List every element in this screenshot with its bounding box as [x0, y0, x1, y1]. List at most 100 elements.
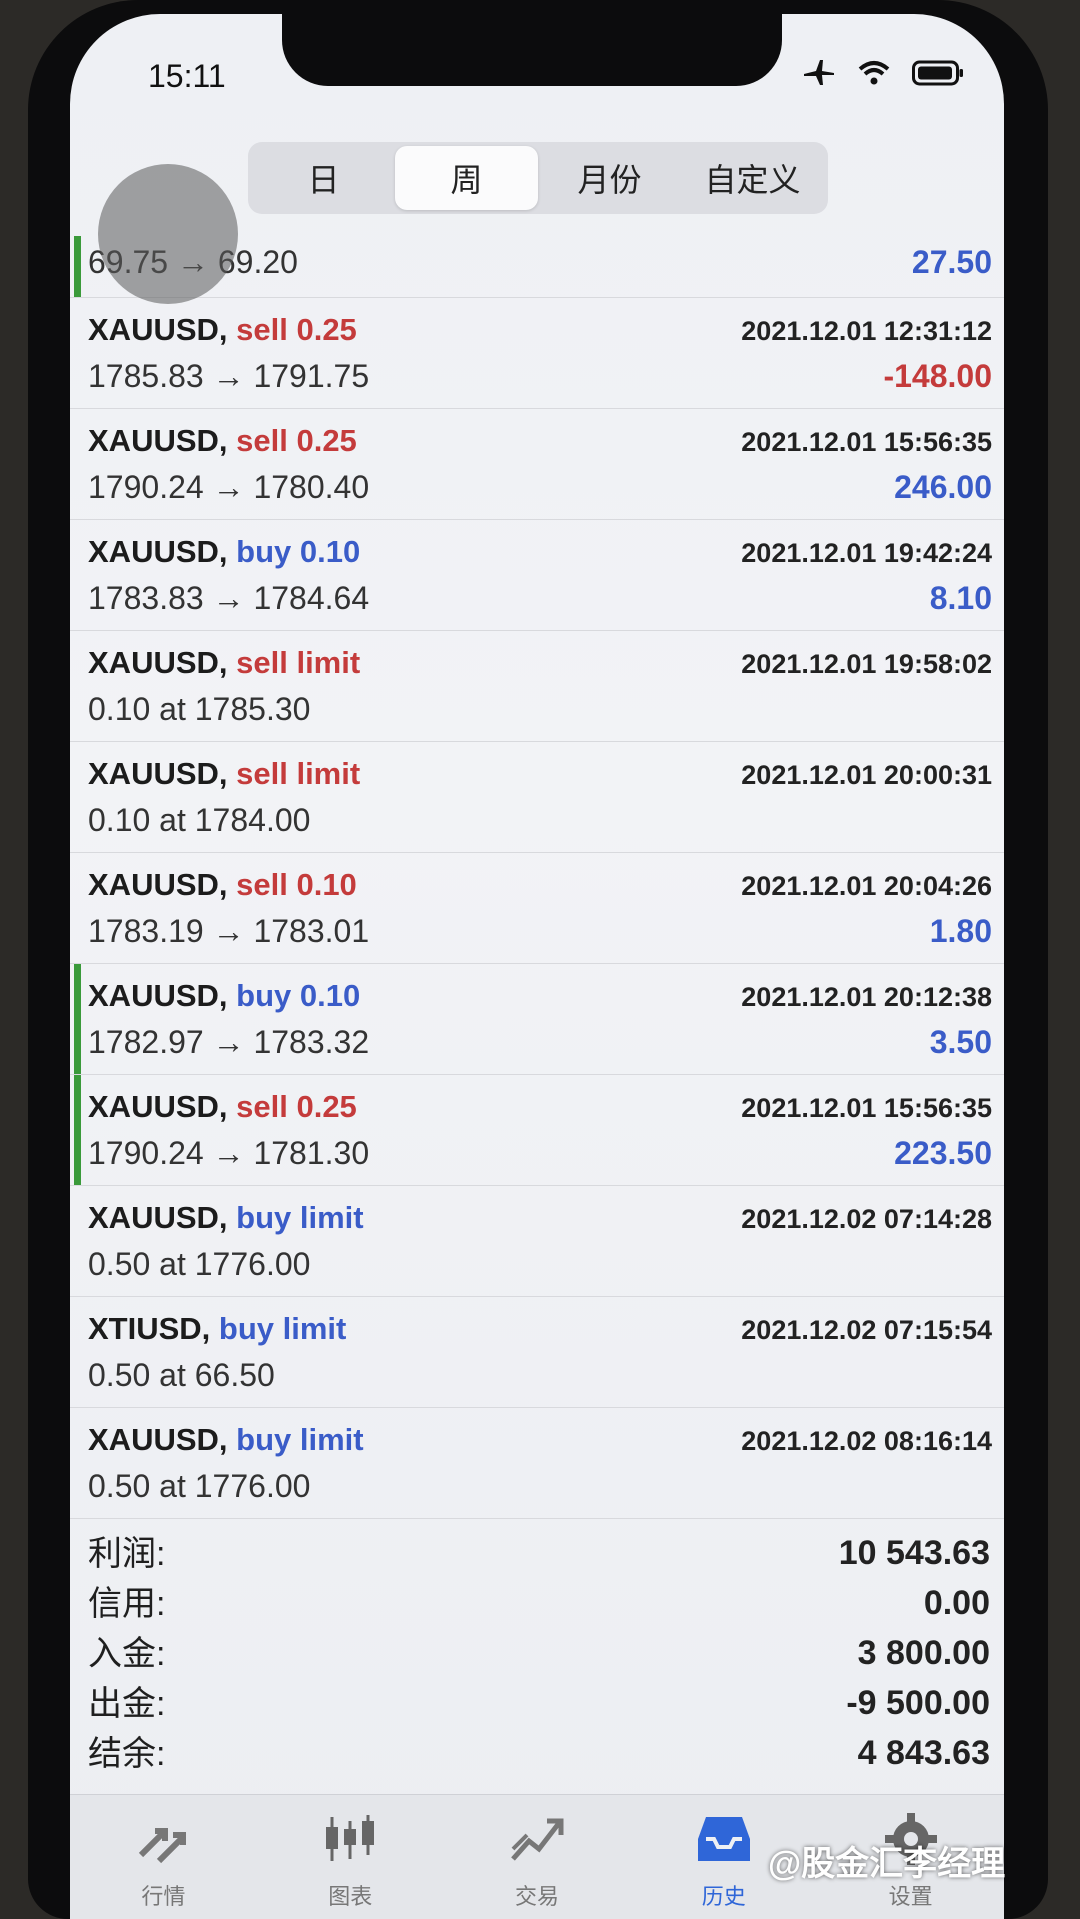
profit-indicator-bar [74, 1075, 81, 1185]
symbol-text: XAUUSD, [88, 423, 228, 458]
deal-time: 2021.12.01 15:56:35 [741, 1093, 992, 1123]
period-segmented-control: 日 周 月份 自定义 [248, 142, 828, 214]
symbol-text: XTIUSD, [88, 1311, 211, 1346]
history-row[interactable]: XAUUSD, sell 0.10 2021.12.01 20:04:26 17… [70, 853, 1004, 964]
deal-time: 2021.12.02 07:15:54 [741, 1315, 992, 1345]
deal-time: 2021.12.01 12:31:12 [741, 316, 992, 346]
battery-icon [912, 60, 963, 86]
summary-label: 利润: [88, 1535, 166, 1573]
period-tab-week[interactable]: 周 [395, 146, 538, 210]
deal-price: 0.10 at 1784.00 [88, 802, 311, 838]
symbol-text: XAUUSD, [88, 978, 228, 1013]
deal-price: 0.10 at 1785.30 [88, 691, 311, 727]
symbol-text: XAUUSD, [88, 1200, 228, 1235]
summary-label: 信用: [88, 1585, 166, 1623]
summary-value: -9 500.00 [846, 1684, 990, 1722]
deal-profit: 8.10 [929, 580, 992, 616]
deal-action: sell limit [236, 756, 361, 791]
tab-label: 行情 [141, 1884, 186, 1909]
period-tab-custom[interactable]: 自定义 [681, 146, 824, 210]
symbol-text: XAUUSD, [88, 1422, 228, 1457]
deal-symbol: XAUUSD, buy 0.10 [88, 978, 360, 1014]
deal-time: 2021.12.01 19:42:24 [741, 538, 992, 568]
tab-label: 图表 [328, 1884, 373, 1909]
quotes-arrows-icon [139, 1828, 187, 1864]
deal-profit: 27.50 [911, 244, 992, 280]
symbol-text: XAUUSD, [88, 534, 228, 569]
symbol-text: XAUUSD, [88, 1089, 228, 1124]
deal-action: buy limit [236, 1422, 364, 1457]
deal-time: 2021.12.01 19:58:02 [741, 649, 992, 679]
profit-indicator-bar [74, 236, 81, 297]
trade-trend-icon [511, 1818, 564, 1861]
period-tab-day[interactable]: 日 [252, 146, 395, 210]
deal-time: 2021.12.01 15:56:35 [741, 427, 992, 457]
account-summary: 利润: 10 543.63 信用: 0.00 入金: 3 800.00 出金: … [70, 1524, 1004, 1774]
status-time: 15:11 [148, 58, 226, 94]
deal-symbol: XAUUSD, sell 0.25 [88, 1089, 357, 1125]
summary-label: 结余: [88, 1735, 166, 1773]
history-inbox-icon [697, 1817, 750, 1861]
summary-value: 4 843.63 [857, 1734, 990, 1772]
deal-price: 1782.97 → 1783.32 [88, 1024, 370, 1060]
airplane-icon [804, 60, 834, 85]
tab-charts[interactable]: 图表 [257, 1795, 444, 1919]
history-row[interactable]: XAUUSD, buy limit 2021.12.02 08:16:14 0.… [70, 1408, 1004, 1519]
deal-profit: 223.50 [894, 1135, 992, 1171]
deal-action: buy limit [236, 1200, 364, 1235]
deal-action: sell 0.10 [236, 867, 357, 902]
summary-row-credit: 信用: 0.00 [70, 1574, 1004, 1624]
deal-price: 1790.24 → 1781.30 [88, 1135, 370, 1171]
watermark-text: @股金汇李经理 [768, 1845, 1006, 1883]
deal-action: sell 0.25 [236, 423, 357, 458]
summary-row-deposit: 入金: 3 800.00 [70, 1624, 1004, 1674]
deal-action: sell 0.25 [236, 312, 357, 347]
history-list: 69.75 → 69.20 27.50 XAUUSD, sell 0.25 20… [70, 236, 1004, 1519]
deal-time: 2021.12.02 08:16:14 [741, 1426, 992, 1456]
tab-quotes[interactable]: 行情 [70, 1795, 257, 1919]
period-tab-month[interactable]: 月份 [538, 146, 681, 210]
deal-profit: -148.00 [883, 358, 992, 394]
summary-value: 0.00 [923, 1584, 990, 1622]
deal-action: sell limit [236, 645, 361, 680]
deal-action: buy 0.10 [236, 534, 361, 569]
history-row[interactable]: XAUUSD, buy limit 2021.12.02 07:14:28 0.… [70, 1186, 1004, 1297]
deal-symbol: XAUUSD, sell limit [88, 645, 360, 681]
history-row[interactable]: XAUUSD, sell limit 2021.12.01 19:58:02 0… [70, 631, 1004, 742]
summary-label: 入金: [88, 1635, 166, 1673]
deal-price: 1790.24 → 1780.40 [88, 469, 370, 505]
deal-time: 2021.12.01 20:12:38 [741, 982, 992, 1012]
deal-price: 0.50 at 1776.00 [88, 1246, 311, 1282]
deal-time: 2021.12.01 20:00:31 [741, 760, 992, 790]
profit-indicator-bar [74, 964, 81, 1074]
history-row[interactable]: XAUUSD, buy 0.10 2021.12.01 20:12:38 178… [70, 964, 1004, 1075]
summary-label: 出金: [88, 1685, 166, 1723]
history-row[interactable]: XAUUSD, sell 0.25 2021.12.01 12:31:12 17… [70, 298, 1004, 409]
app-screen: 15:11 日 周 月份 自定义 69.75 → 69.20 27.50 XAU… [70, 14, 1004, 1919]
history-row[interactable]: XAUUSD, sell 0.25 2021.12.01 15:56:35 17… [70, 1075, 1004, 1186]
phone-notch [282, 14, 782, 86]
deal-price: 1783.19 → 1783.01 [88, 913, 370, 949]
summary-row-withdrawal: 出金: -9 500.00 [70, 1674, 1004, 1724]
deal-symbol: XAUUSD, buy 0.10 [88, 534, 360, 570]
deal-symbol: XAUUSD, sell 0.25 [88, 423, 357, 459]
history-row[interactable]: XAUUSD, sell 0.25 2021.12.01 15:56:35 17… [70, 409, 1004, 520]
symbol-text: XAUUSD, [88, 756, 228, 791]
deal-profit: 1.80 [929, 913, 992, 949]
summary-value: 3 800.00 [857, 1634, 990, 1672]
history-row[interactable]: XAUUSD, sell limit 2021.12.01 20:00:31 0… [70, 742, 1004, 853]
summary-row-profit: 利润: 10 543.63 [70, 1524, 1004, 1574]
summary-row-balance: 结余: 4 843.63 [70, 1724, 1004, 1774]
deal-price: 0.50 at 1776.00 [88, 1468, 311, 1504]
assistive-touch-button[interactable] [98, 164, 238, 304]
summary-value: 10 543.63 [838, 1534, 990, 1572]
deal-time: 2021.12.02 07:14:28 [741, 1204, 992, 1234]
history-row[interactable]: XTIUSD, buy limit 2021.12.02 07:15:54 0.… [70, 1297, 1004, 1408]
deal-symbol: XAUUSD, buy limit [88, 1422, 364, 1458]
tab-trade[interactable]: 交易 [444, 1795, 631, 1919]
deal-symbol: XAUUSD, buy limit [88, 1200, 364, 1236]
deal-action: buy limit [218, 1311, 347, 1346]
candlestick-chart-icon [326, 1815, 375, 1861]
deal-symbol: XAUUSD, sell 0.25 [88, 312, 357, 348]
history-row[interactable]: XAUUSD, buy 0.10 2021.12.01 19:42:24 178… [70, 520, 1004, 631]
